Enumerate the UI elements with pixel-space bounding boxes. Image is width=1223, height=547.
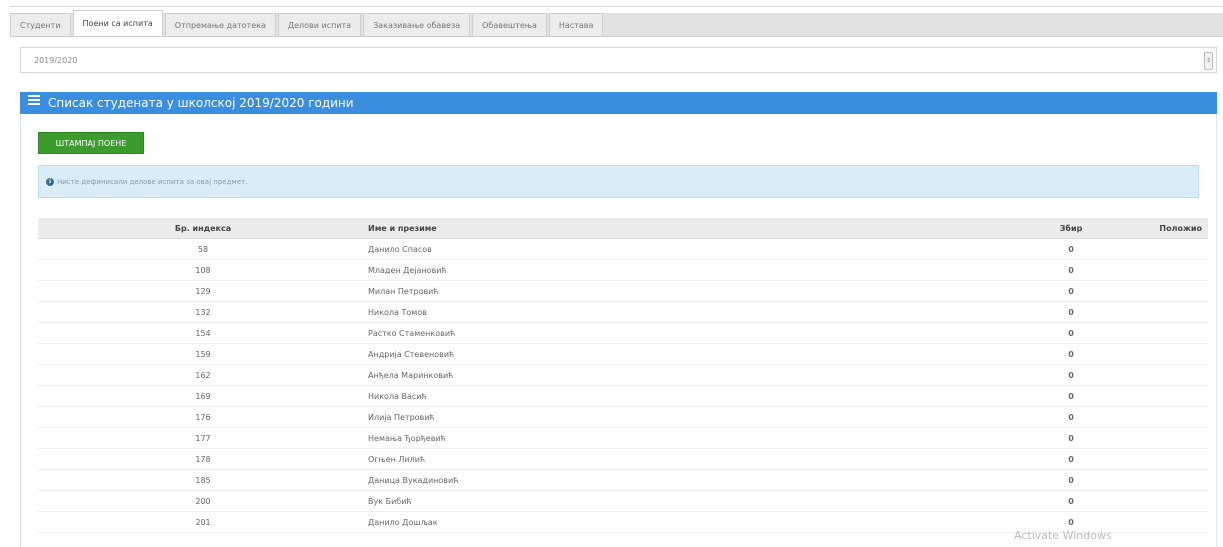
cell-name: Милан Петровић [368, 280, 1040, 302]
tab-3[interactable]: Делови испита [277, 13, 362, 36]
cell-name: Растко Стаменковић [368, 322, 1040, 344]
tab-bar: Студенти Поени са испита Отпремање датотек… [10, 6, 1223, 37]
cell-index: 162 [38, 364, 368, 386]
table-row: 132 Никола Томов 0 [38, 301, 1208, 323]
print-points-button[interactable]: ШТАМПАЈ ПОЕНЕ [38, 132, 144, 154]
table-row: 200 Вук Бибић 0 [38, 490, 1208, 512]
cell-passed [1102, 364, 1208, 386]
cell-index: 200 [38, 490, 368, 512]
cell-passed [1102, 280, 1208, 302]
table-row: 176 Илија Петровић 0 [38, 406, 1208, 428]
cell-name: Вук Бибић [368, 490, 1040, 512]
cell-passed [1102, 469, 1208, 491]
table-row: 162 Анђела Маринковић 0 [38, 364, 1208, 386]
table-row: 159 Андрија Стевеновић 0 [38, 343, 1208, 365]
table-row: 178 Огњен Лилић 0 [38, 448, 1208, 470]
cell-name: Даница Вукадиновић [368, 469, 1040, 491]
cell-sum: 0 [1040, 280, 1102, 302]
cell-index: 185 [38, 469, 368, 491]
table-row: 58 Данило Спасов 0 [38, 238, 1208, 260]
cell-sum: 0 [1040, 364, 1102, 386]
info-icon: i [46, 178, 54, 186]
select-spinner-icon[interactable]: ⇕ [1204, 52, 1213, 70]
students-table: Бр. индекса Име и презиме Збир Положио 5… [38, 218, 1208, 533]
cell-name: Анђела Маринковић [368, 364, 1040, 386]
cell-sum: 0 [1040, 259, 1102, 281]
tab-6[interactable]: Настава [548, 13, 604, 36]
column-header-passed[interactable]: Положио [1102, 218, 1208, 239]
column-header-index[interactable]: Бр. индекса [38, 218, 368, 239]
cell-name: Данило Спасов [368, 238, 1040, 260]
school-year-value: 2019/2020 [34, 56, 78, 65]
cell-index: 132 [38, 301, 368, 323]
panel-title: Списак студената у школској 2019/2020 го… [48, 96, 354, 110]
tab-2[interactable]: Отпремање датотека [164, 13, 276, 36]
tab-5[interactable]: Обавештења [472, 13, 547, 36]
cell-name: Данило Дошљак [368, 511, 1040, 533]
cell-index: 177 [38, 427, 368, 449]
cell-passed [1102, 322, 1208, 344]
info-message: Нисте дефинисали делове испита за овај п… [57, 178, 248, 186]
cell-sum: 0 [1040, 469, 1102, 491]
cell-passed [1102, 511, 1208, 533]
windows-activation-watermark: Activate Windows [1014, 529, 1112, 542]
list-icon [28, 95, 40, 109]
cell-sum: 0 [1040, 490, 1102, 512]
cell-sum: 0 [1040, 406, 1102, 428]
cell-name: Никола Васић [368, 385, 1040, 407]
tab-4[interactable]: Заказивање обавеза [363, 13, 471, 36]
school-year-select[interactable]: 2019/2020 ⇕ [20, 47, 1217, 73]
cell-sum: 0 [1040, 385, 1102, 407]
cell-index: 159 [38, 343, 368, 365]
cell-passed [1102, 301, 1208, 323]
column-header-name[interactable]: Име и презиме [368, 218, 1040, 239]
cell-passed [1102, 385, 1208, 407]
cell-passed [1102, 406, 1208, 428]
cell-name: Огњен Лилић [368, 448, 1040, 470]
cell-sum: 0 [1040, 448, 1102, 470]
cell-sum: 0 [1040, 238, 1102, 260]
column-header-sum[interactable]: Збир [1040, 218, 1102, 239]
cell-sum: 0 [1040, 427, 1102, 449]
cell-index: 58 [38, 238, 368, 260]
cell-passed [1102, 448, 1208, 470]
table-header-row: Бр. индекса Име и презиме Збир Положио [38, 218, 1208, 239]
cell-passed [1102, 427, 1208, 449]
table-row: 129 Милан Петровић 0 [38, 280, 1208, 302]
cell-index: 176 [38, 406, 368, 428]
cell-name: Илија Петровић [368, 406, 1040, 428]
table-row: 177 Немања Ђорђевић 0 [38, 427, 1208, 449]
table-row: 185 Даница Вукадиновић 0 [38, 469, 1208, 491]
cell-index: 169 [38, 385, 368, 407]
cell-sum: 0 [1040, 343, 1102, 365]
cell-name: Никола Томов [368, 301, 1040, 323]
cell-name: Немања Ђорђевић [368, 427, 1040, 449]
table-row: 169 Никола Васић 0 [38, 385, 1208, 407]
cell-index: 178 [38, 448, 368, 470]
cell-name: Андрија Стевеновић [368, 343, 1040, 365]
table-row: 154 Растко Стаменковић 0 [38, 322, 1208, 344]
cell-sum: 0 [1040, 301, 1102, 323]
cell-index: 129 [38, 280, 368, 302]
panel-header: Списак студената у школској 2019/2020 го… [20, 92, 1217, 114]
cell-name: Младен Дејановић [368, 259, 1040, 281]
tab-1[interactable]: Поени са испита [72, 10, 163, 36]
tab-0[interactable]: Студенти [10, 13, 71, 36]
cell-passed [1102, 259, 1208, 281]
cell-index: 201 [38, 511, 368, 533]
cell-index: 154 [38, 322, 368, 344]
cell-index: 108 [38, 259, 368, 281]
cell-passed [1102, 490, 1208, 512]
cell-sum: 0 [1040, 322, 1102, 344]
cell-passed [1102, 343, 1208, 365]
table-row: 108 Младен Дејановић 0 [38, 259, 1208, 281]
info-alert: i Нисте дефинисали делове испита за овај… [38, 165, 1199, 198]
cell-passed [1102, 238, 1208, 260]
